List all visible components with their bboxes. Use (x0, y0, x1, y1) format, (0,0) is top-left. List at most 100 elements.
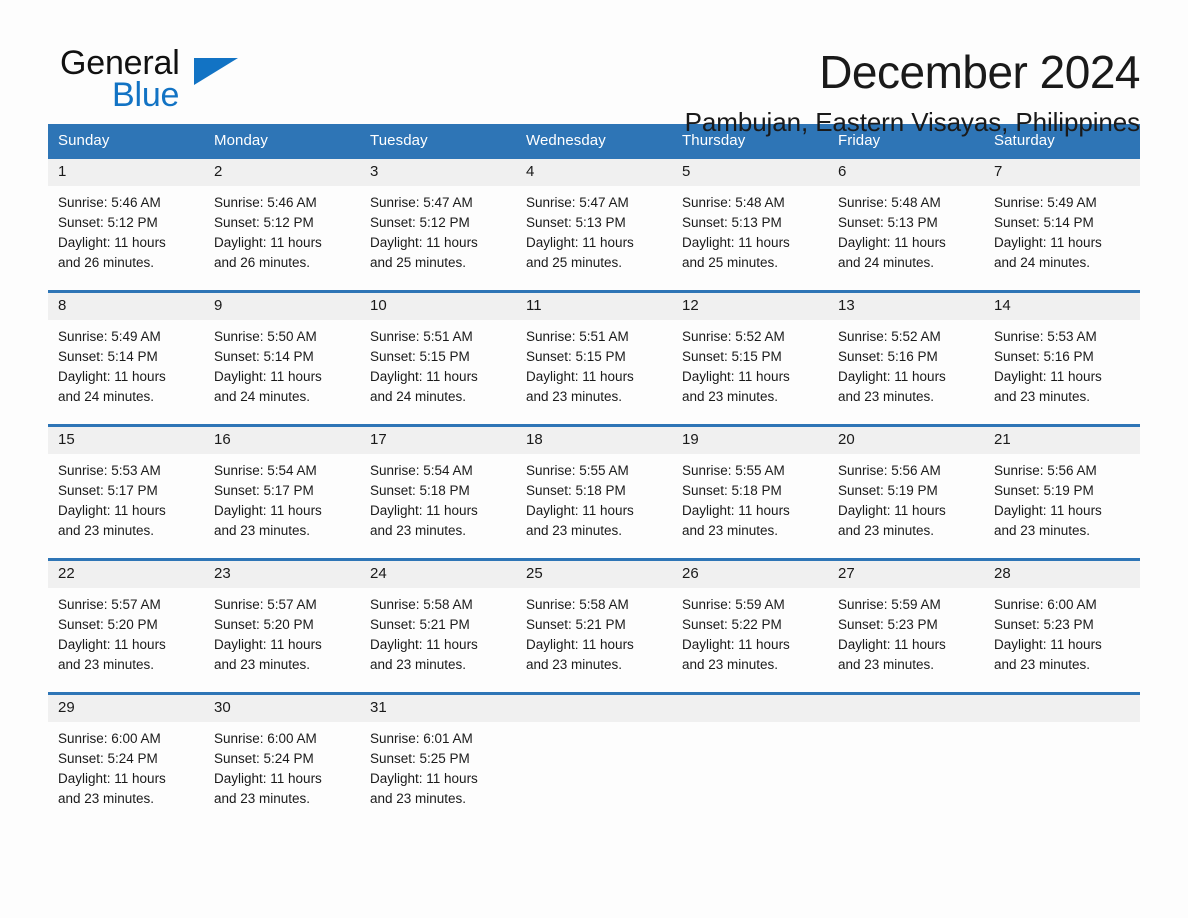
day-cell-empty (828, 692, 984, 826)
sunrise-text: Sunrise: 6:00 AM (214, 731, 317, 746)
day-details: Sunrise: 5:55 AM Sunset: 5:18 PM Dayligh… (672, 454, 828, 541)
sunset-text: Sunset: 5:14 PM (994, 215, 1094, 230)
day-cell[interactable]: 8 Sunrise: 5:49 AM Sunset: 5:14 PM Dayli… (48, 290, 204, 426)
sunset-text: Sunset: 5:13 PM (682, 215, 782, 230)
sunrise-text: Sunrise: 5:52 AM (682, 329, 785, 344)
day-cell[interactable]: 9 Sunrise: 5:50 AM Sunset: 5:14 PM Dayli… (204, 290, 360, 426)
day-number: 18 (516, 427, 672, 454)
sunset-text: Sunset: 5:16 PM (994, 349, 1094, 364)
day-number: 17 (360, 427, 516, 454)
day-details: Sunrise: 5:54 AM Sunset: 5:17 PM Dayligh… (204, 454, 360, 541)
daylight-text-line1: Daylight: 11 hours (214, 235, 322, 250)
daylight-text-line2: and 24 minutes. (994, 255, 1091, 270)
day-details: Sunrise: 5:52 AM Sunset: 5:15 PM Dayligh… (672, 320, 828, 407)
day-details: Sunrise: 5:50 AM Sunset: 5:14 PM Dayligh… (204, 320, 360, 407)
daylight-text-line1: Daylight: 11 hours (994, 503, 1102, 518)
daylight-text-line2: and 26 minutes. (214, 255, 311, 270)
day-cell[interactable]: 24 Sunrise: 5:58 AM Sunset: 5:21 PM Dayl… (360, 558, 516, 694)
generalblue-logo[interactable]: General Blue (48, 44, 258, 120)
day-cell[interactable]: 15 Sunrise: 5:53 AM Sunset: 5:17 PM Dayl… (48, 424, 204, 560)
day-cell[interactable]: 17 Sunrise: 5:54 AM Sunset: 5:18 PM Dayl… (360, 424, 516, 560)
day-cell[interactable]: 18 Sunrise: 5:55 AM Sunset: 5:18 PM Dayl… (516, 424, 672, 560)
sunrise-text: Sunrise: 5:58 AM (526, 597, 629, 612)
daylight-text-line1: Daylight: 11 hours (370, 235, 478, 250)
day-cell[interactable]: 1 Sunrise: 5:46 AM Sunset: 5:12 PM Dayli… (48, 156, 204, 292)
day-cell[interactable]: 2 Sunrise: 5:46 AM Sunset: 5:12 PM Dayli… (204, 156, 360, 292)
sunset-text: Sunset: 5:17 PM (58, 483, 158, 498)
day-cell[interactable]: 31 Sunrise: 6:01 AM Sunset: 5:25 PM Dayl… (360, 692, 516, 826)
daylight-text-line1: Daylight: 11 hours (682, 235, 790, 250)
day-number: 22 (48, 561, 204, 588)
sunset-text: Sunset: 5:25 PM (370, 751, 470, 766)
sunset-text: Sunset: 5:12 PM (58, 215, 158, 230)
day-details: Sunrise: 6:00 AM Sunset: 5:24 PM Dayligh… (48, 722, 204, 809)
day-number: 21 (984, 427, 1140, 454)
day-cell[interactable]: 7 Sunrise: 5:49 AM Sunset: 5:14 PM Dayli… (984, 156, 1140, 292)
day-cell[interactable]: 27 Sunrise: 5:59 AM Sunset: 5:23 PM Dayl… (828, 558, 984, 694)
day-cell[interactable]: 19 Sunrise: 5:55 AM Sunset: 5:18 PM Dayl… (672, 424, 828, 560)
day-cell[interactable]: 29 Sunrise: 6:00 AM Sunset: 5:24 PM Dayl… (48, 692, 204, 826)
daylight-text-line2: and 23 minutes. (994, 523, 1091, 538)
day-cell-empty (516, 692, 672, 826)
sunset-text: Sunset: 5:18 PM (370, 483, 470, 498)
day-number: 8 (48, 293, 204, 320)
day-details: Sunrise: 5:49 AM Sunset: 5:14 PM Dayligh… (48, 320, 204, 407)
day-details: Sunrise: 5:55 AM Sunset: 5:18 PM Dayligh… (516, 454, 672, 541)
sunrise-sunset-calendar-table: Sunday Monday Tuesday Wednesday Thursday… (48, 124, 1140, 826)
weekday-header-sunday: Sunday (48, 124, 204, 158)
sunrise-text: Sunrise: 5:59 AM (682, 597, 785, 612)
daylight-text-line1: Daylight: 11 hours (58, 235, 166, 250)
daylight-text-line2: and 23 minutes. (526, 657, 623, 672)
day-cell[interactable]: 22 Sunrise: 5:57 AM Sunset: 5:20 PM Dayl… (48, 558, 204, 694)
day-number: 25 (516, 561, 672, 588)
day-cell[interactable]: 4 Sunrise: 5:47 AM Sunset: 5:13 PM Dayli… (516, 156, 672, 292)
day-details: Sunrise: 5:58 AM Sunset: 5:21 PM Dayligh… (516, 588, 672, 675)
day-cell[interactable]: 21 Sunrise: 5:56 AM Sunset: 5:19 PM Dayl… (984, 424, 1140, 560)
day-cell[interactable]: 6 Sunrise: 5:48 AM Sunset: 5:13 PM Dayli… (828, 156, 984, 292)
day-number: 9 (204, 293, 360, 320)
daylight-text-line2: and 23 minutes. (682, 523, 779, 538)
day-number: 6 (828, 159, 984, 186)
daylight-text-line1: Daylight: 11 hours (994, 369, 1102, 384)
daylight-text-line2: and 23 minutes. (370, 791, 467, 806)
sunset-text: Sunset: 5:12 PM (370, 215, 470, 230)
day-cell-empty (984, 692, 1140, 826)
day-cell[interactable]: 23 Sunrise: 5:57 AM Sunset: 5:20 PM Dayl… (204, 558, 360, 694)
day-details: Sunrise: 5:57 AM Sunset: 5:20 PM Dayligh… (48, 588, 204, 675)
day-details: Sunrise: 5:59 AM Sunset: 5:22 PM Dayligh… (672, 588, 828, 675)
day-cell[interactable]: 14 Sunrise: 5:53 AM Sunset: 5:16 PM Dayl… (984, 290, 1140, 426)
day-cell[interactable]: 30 Sunrise: 6:00 AM Sunset: 5:24 PM Dayl… (204, 692, 360, 826)
daylight-text-line2: and 23 minutes. (214, 791, 311, 806)
day-cell[interactable]: 28 Sunrise: 6:00 AM Sunset: 5:23 PM Dayl… (984, 558, 1140, 694)
daylight-text-line1: Daylight: 11 hours (58, 771, 166, 786)
day-number: 31 (360, 695, 516, 722)
daylight-text-line2: and 23 minutes. (58, 657, 155, 672)
weekday-header-monday: Monday (204, 124, 360, 158)
daylight-text-line2: and 23 minutes. (682, 389, 779, 404)
sunrise-text: Sunrise: 5:56 AM (838, 463, 941, 478)
day-details: Sunrise: 6:00 AM Sunset: 5:24 PM Dayligh… (204, 722, 360, 809)
day-details: Sunrise: 5:57 AM Sunset: 5:20 PM Dayligh… (204, 588, 360, 675)
daylight-text-line1: Daylight: 11 hours (838, 637, 946, 652)
sunset-text: Sunset: 5:20 PM (58, 617, 158, 632)
day-cell[interactable]: 5 Sunrise: 5:48 AM Sunset: 5:13 PM Dayli… (672, 156, 828, 292)
day-cell[interactable]: 10 Sunrise: 5:51 AM Sunset: 5:15 PM Dayl… (360, 290, 516, 426)
daylight-text-line1: Daylight: 11 hours (994, 637, 1102, 652)
day-cell[interactable]: 16 Sunrise: 5:54 AM Sunset: 5:17 PM Dayl… (204, 424, 360, 560)
day-cell[interactable]: 3 Sunrise: 5:47 AM Sunset: 5:12 PM Dayli… (360, 156, 516, 292)
sunset-text: Sunset: 5:16 PM (838, 349, 938, 364)
day-cell[interactable]: 25 Sunrise: 5:58 AM Sunset: 5:21 PM Dayl… (516, 558, 672, 694)
day-details: Sunrise: 5:53 AM Sunset: 5:17 PM Dayligh… (48, 454, 204, 541)
daylight-text-line1: Daylight: 11 hours (214, 771, 322, 786)
day-cell[interactable]: 20 Sunrise: 5:56 AM Sunset: 5:19 PM Dayl… (828, 424, 984, 560)
day-cell[interactable]: 26 Sunrise: 5:59 AM Sunset: 5:22 PM Dayl… (672, 558, 828, 694)
sunrise-text: Sunrise: 5:57 AM (214, 597, 317, 612)
day-cell[interactable]: 11 Sunrise: 5:51 AM Sunset: 5:15 PM Dayl… (516, 290, 672, 426)
daylight-text-line2: and 23 minutes. (58, 523, 155, 538)
day-cell[interactable]: 13 Sunrise: 5:52 AM Sunset: 5:16 PM Dayl… (828, 290, 984, 426)
weekday-header-tuesday: Tuesday (360, 124, 516, 158)
sunset-text: Sunset: 5:13 PM (838, 215, 938, 230)
calendar-body: 1 Sunrise: 5:46 AM Sunset: 5:12 PM Dayli… (48, 156, 1140, 826)
day-cell[interactable]: 12 Sunrise: 5:52 AM Sunset: 5:15 PM Dayl… (672, 290, 828, 426)
daylight-text-line1: Daylight: 11 hours (838, 235, 946, 250)
